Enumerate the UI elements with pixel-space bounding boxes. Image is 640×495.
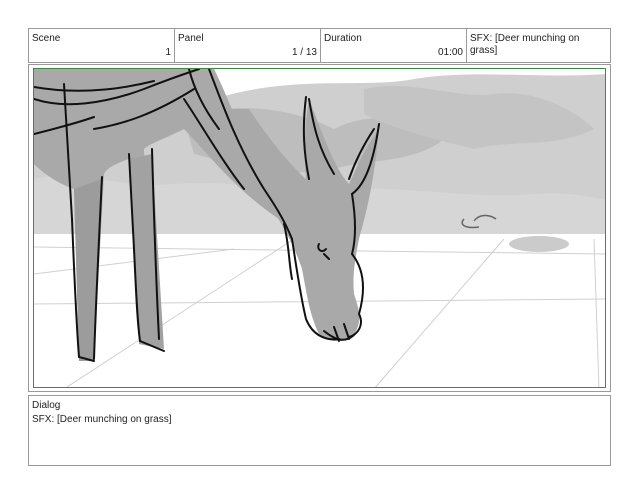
dialog-box: Dialog SFX: [Deer munching on grass] bbox=[28, 395, 611, 466]
storyboard-header: Scene 1 Panel 1 / 13 Duration 01:00 SFX:… bbox=[28, 28, 611, 63]
duration-label: Duration bbox=[324, 33, 362, 44]
panel-cell: Panel 1 / 13 bbox=[175, 29, 321, 62]
panel-label: Panel bbox=[178, 33, 204, 44]
deer-sketch bbox=[34, 69, 605, 387]
scene-cell: Scene 1 bbox=[29, 29, 175, 62]
scene-value: 1 bbox=[165, 47, 171, 58]
dialog-title: Dialog bbox=[32, 400, 61, 411]
duration-cell: Duration 01:00 bbox=[321, 29, 467, 62]
panel-frame bbox=[28, 64, 611, 392]
sfx-text: SFX: [Deer munching on grass] bbox=[470, 33, 580, 56]
panel-drawing bbox=[33, 68, 606, 388]
dialog-text: SFX: [Deer munching on grass] bbox=[32, 414, 172, 425]
scene-label: Scene bbox=[32, 33, 61, 44]
sfx-cell: SFX: [Deer munching on grass] bbox=[467, 29, 610, 62]
duration-value: 01:00 bbox=[437, 47, 463, 58]
panel-value: 1 / 13 bbox=[291, 47, 317, 58]
